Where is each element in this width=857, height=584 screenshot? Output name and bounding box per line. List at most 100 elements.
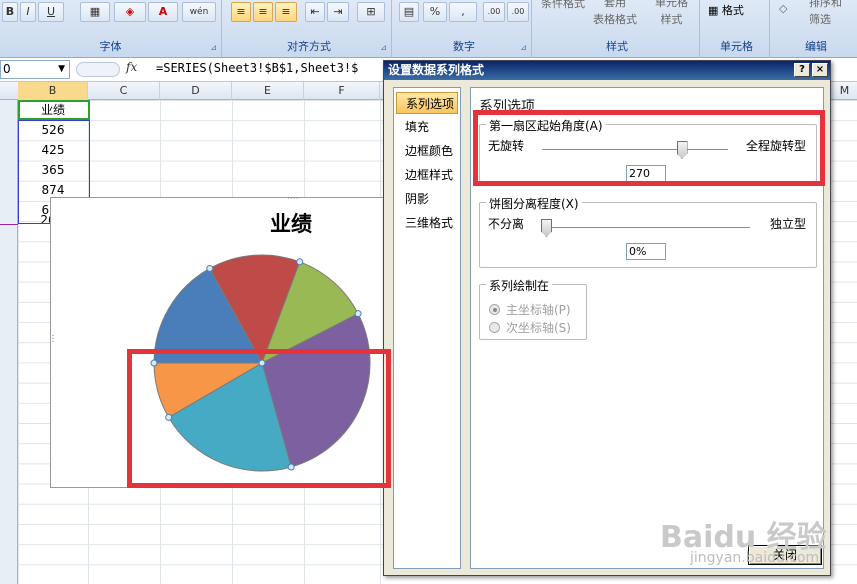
nav-shadow[interactable]: 阴影 [396,188,458,210]
primary-axis-radio[interactable] [489,304,500,315]
format-button[interactable]: ▦ 格式 [708,2,744,18]
conditional-format-button[interactable]: 条件格式 [541,0,585,11]
selection-handle[interactable] [296,258,304,266]
selection-handle[interactable] [206,264,214,272]
currency-button[interactable]: ▤ [399,2,419,22]
ribbon: B I U ▦ ◈ A wén 字体 ⊿ ≡ ≡ ≡ ⇤ ⇥ ⊞ 对齐方式 ⊿ … [0,0,857,58]
editing-group: ◇ 排序和 筛选 编辑 [775,0,857,58]
annotation-box-pie-half [127,349,391,488]
number-group-label: 数字 [453,40,475,53]
eraser-icon: ◇ [779,2,788,15]
italic-button[interactable]: I [20,2,36,22]
series-name-range-highlight [18,100,90,120]
name-box[interactable]: 0 ▼ [0,60,70,79]
formula-bar-splitter[interactable] [76,62,120,77]
merge-icon: ⊞ [366,5,376,18]
explosion-value-input[interactable]: 0% [626,243,666,260]
phonetic-button[interactable]: wén [182,2,216,22]
close-icon[interactable]: × [812,63,828,77]
cells-group: ▦ 格式 单元格 [704,0,770,58]
selection-handle[interactable] [354,310,362,318]
annotation-box-angle [473,110,825,186]
cell-style-button[interactable]: 单元格 样式 [655,0,688,28]
percent-button[interactable]: % [423,2,447,22]
styles-group-label: 样式 [606,40,628,53]
explosion-slider-thumb[interactable] [541,219,552,237]
paint-bucket-icon: ◈ [125,5,135,18]
nav-fill[interactable]: 填充 [396,116,458,138]
cells-group-label: 单元格 [720,40,753,53]
column-header-e[interactable]: E [232,82,304,100]
secondary-axis-label: 次坐标轴(S) [506,321,571,335]
align-center-icon: ≡ [258,5,268,18]
pie-explosion-group: 饼图分离程度(X) 不分离 独立型 0% [479,195,817,268]
font-color-button[interactable]: A [148,2,178,22]
border-icon: ▦ [89,5,101,18]
align-left-button[interactable]: ≡ [231,2,251,22]
plot-series-on-group: 系列绘制在 主坐标轴(P) 次坐标轴(S) [479,277,587,340]
column-header-b[interactable]: B [18,82,88,100]
alignment-group-label: 对齐方式 [287,40,331,53]
nav-border-color[interactable]: 边框颜色 [396,140,458,162]
formula-input[interactable]: =SERIES(Sheet3!$B$1,Sheet3!$ [156,61,386,75]
fully-separated-label: 独立型 [770,217,807,231]
help-button[interactable]: ? [794,63,810,77]
align-left-icon: ≡ [236,5,246,18]
increase-decimal-button[interactable]: .00 [483,2,505,22]
resize-handle-icon[interactable]: ··· [47,334,57,343]
column-header-f[interactable]: F [304,82,380,100]
merge-button[interactable]: ⊞ [357,2,385,22]
phonetic-label: wén [189,7,209,17]
not-separated-label: 不分离 [488,217,525,231]
bold-button[interactable]: B [2,2,18,22]
dialog-launcher-icon[interactable]: ⊿ [210,43,217,52]
font-color-icon: A [158,5,168,18]
nav-series-options[interactable]: 系列选项 [396,92,458,114]
nav-border-style[interactable]: 边框样式 [396,164,458,186]
increase-decimal-label: .00 [487,7,501,16]
font-group-label: 字体 [99,40,122,53]
name-box-value: 0 [3,62,11,76]
dialog-launcher-icon[interactable]: ⊿ [380,43,387,52]
outdent-icon: ⇥ [333,5,343,18]
column-header-c[interactable]: C [88,82,160,100]
underline-button[interactable]: U [38,2,64,22]
border-button[interactable]: ▦ [80,2,110,22]
fill-color-button[interactable]: ◈ [114,2,146,22]
column-header-d[interactable]: D [160,82,232,100]
plot-series-on-label: 系列绘制在 [486,277,553,294]
number-group: ▤ % , .00 .00 数字 ⊿ [397,0,532,58]
row-headers [0,100,18,584]
category-range-highlight [0,224,18,225]
resize-handle-icon[interactable]: ···· [287,194,298,204]
align-center-button[interactable]: ≡ [253,2,273,22]
comma-button[interactable]: , [449,2,477,22]
styles-group: 条件格式 套用 表格格式 单元格 样式 样式 [535,0,700,58]
indent-icon: ⇤ [310,5,320,18]
secondary-axis-radio[interactable] [489,322,500,333]
clear-button[interactable]: ◇ [779,2,787,15]
increase-indent-button[interactable]: ⇥ [327,2,349,22]
font-group: B I U ▦ ◈ A wén 字体 ⊿ [0,0,222,58]
percent-label: % [429,5,441,18]
pie-explosion-label: 饼图分离程度(X) [486,195,582,212]
editing-group-label: 编辑 [805,40,827,53]
sort-filter-button[interactable]: 排序和 筛选 [809,0,842,28]
align-right-icon: ≡ [281,5,291,18]
dropdown-arrow-icon[interactable]: ▼ [58,61,65,78]
table-format-button[interactable]: 套用 表格格式 [593,0,637,28]
align-right-button[interactable]: ≡ [275,2,297,22]
baidu-watermark-url: jingyan.baidu.com [690,550,820,566]
column-header-m[interactable]: M [832,82,857,100]
dialog-nav-list: 系列选项 填充 边框颜色 边框样式 阴影 三维格式 [393,87,461,569]
nav-3d-format[interactable]: 三维格式 [396,212,458,234]
primary-axis-label: 主坐标轴(P) [506,303,571,317]
decrease-indent-button[interactable]: ⇤ [305,2,325,22]
explosion-slider-track[interactable] [546,227,750,229]
insert-function-icon[interactable]: fx [126,60,137,74]
alignment-group: ≡ ≡ ≡ ⇤ ⇥ ⊞ 对齐方式 ⊿ [227,0,392,58]
format-label: 格式 [721,4,744,17]
dialog-launcher-icon[interactable]: ⊿ [520,43,527,52]
decrease-decimal-button[interactable]: .00 [507,2,529,22]
dialog-title: 设置数据系列格式 [384,61,830,80]
